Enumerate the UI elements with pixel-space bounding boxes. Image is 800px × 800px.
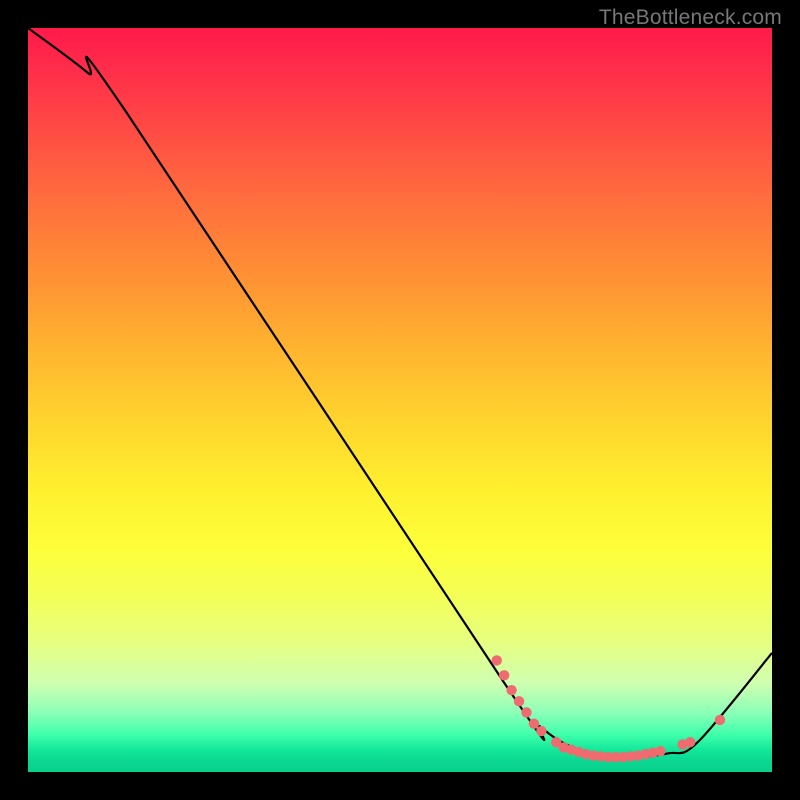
watermark-text: TheBottleneck.com bbox=[599, 6, 782, 30]
data-marker bbox=[521, 707, 531, 717]
data-marker bbox=[536, 726, 546, 736]
curve-markers bbox=[492, 655, 726, 762]
data-marker bbox=[499, 670, 509, 680]
chart-container: TheBottleneck.com bbox=[0, 0, 800, 800]
data-marker bbox=[529, 718, 539, 728]
data-marker bbox=[715, 715, 725, 725]
bottleneck-curve bbox=[28, 28, 772, 757]
data-marker bbox=[506, 685, 516, 695]
data-marker bbox=[655, 746, 665, 756]
data-marker bbox=[492, 655, 502, 665]
chart-svg bbox=[28, 28, 772, 772]
data-marker bbox=[685, 737, 695, 747]
data-marker bbox=[514, 696, 524, 706]
plot-area bbox=[28, 28, 772, 772]
